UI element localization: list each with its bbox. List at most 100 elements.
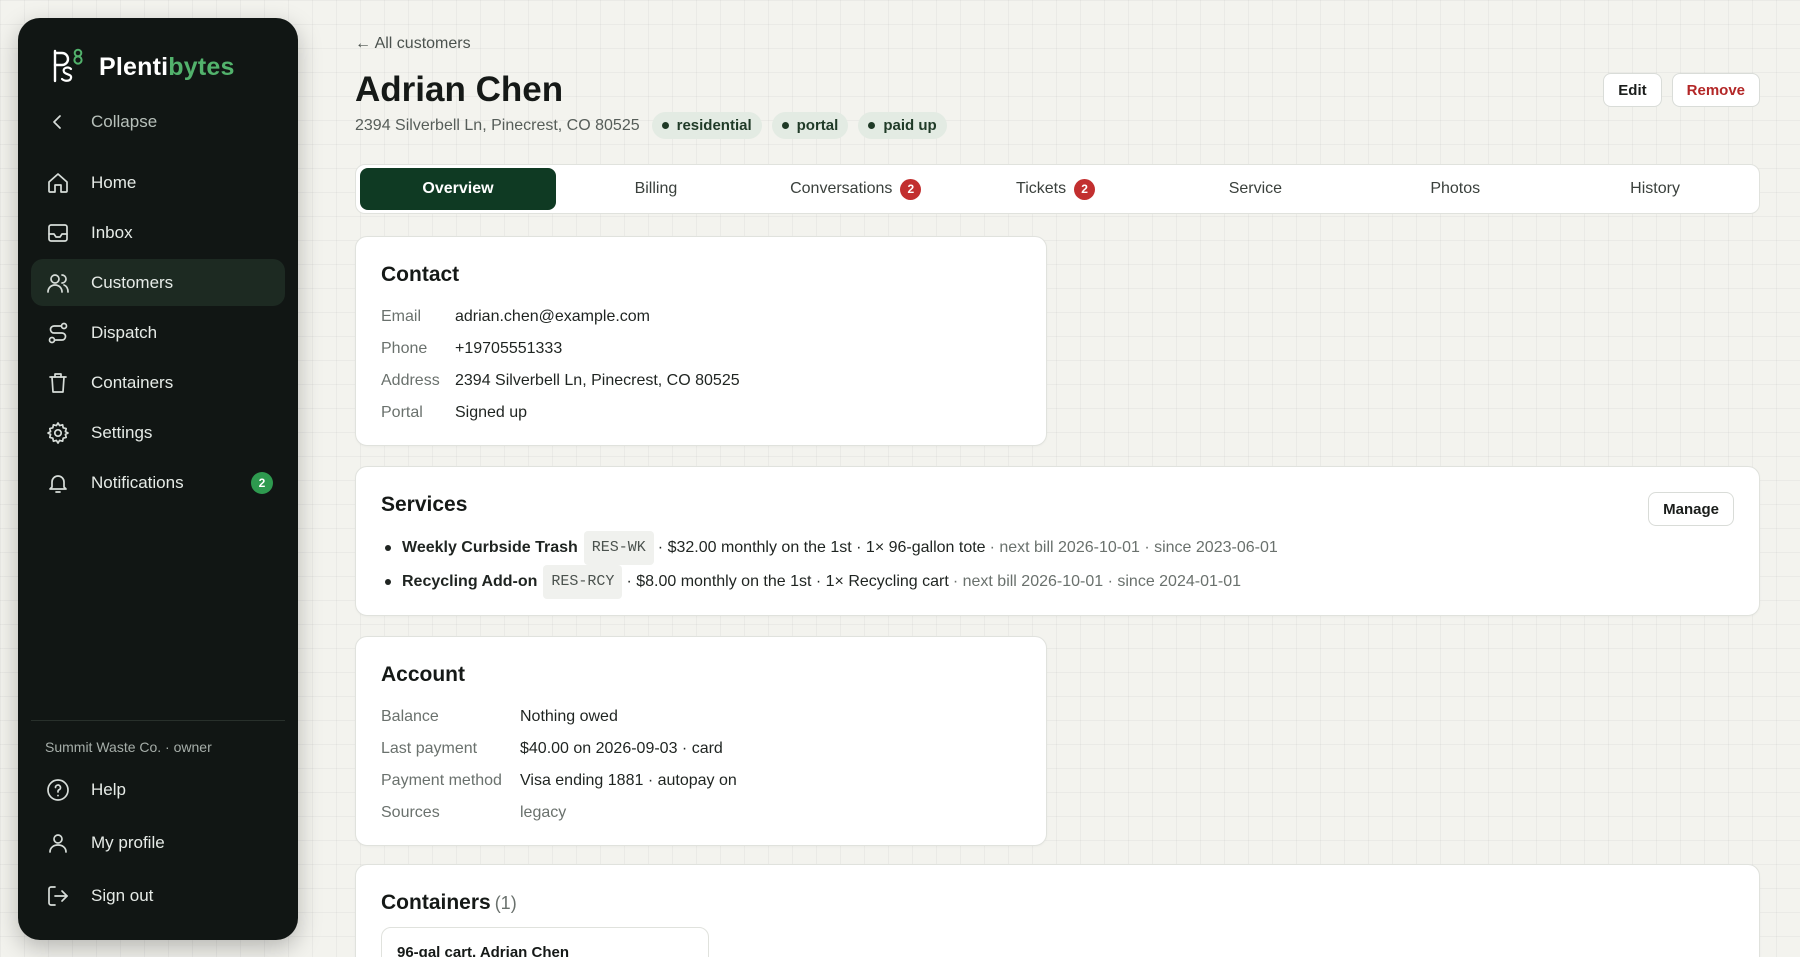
tab-label: Conversations (790, 180, 893, 197)
sidebar-item-inbox[interactable]: Inbox (31, 209, 285, 256)
notifications-badge: 2 (251, 472, 273, 494)
list-item: Weekly Curbside Trash RES-WK · $32.00 mo… (381, 531, 1734, 565)
tickets-badge: 2 (1074, 178, 1096, 200)
help-circle-icon (45, 777, 71, 803)
sidebar-item-dispatch[interactable]: Dispatch (31, 309, 285, 356)
brand-name-part-a: Plenti (99, 52, 169, 81)
containers-card: Containers (1) 96-gal cart, Adrian Chen (355, 864, 1760, 957)
account-title: Account (381, 663, 465, 686)
sidebar-divider (31, 720, 285, 721)
tab-conversations[interactable]: Conversations 2 (756, 168, 956, 210)
chevron-left-icon (45, 109, 71, 135)
service-name: Weekly Curbside Trash (402, 539, 578, 556)
account-key: Sources (381, 804, 440, 821)
tab-tickets[interactable]: Tickets 2 (956, 168, 1156, 210)
account-row-sources: Sources legacy (381, 797, 1021, 829)
edit-button[interactable]: Edit (1603, 73, 1662, 107)
brand-logo-icon (53, 48, 83, 83)
contact-row-portal: Portal Signed up (381, 397, 1021, 429)
manage-services-button[interactable]: Manage (1648, 492, 1734, 526)
trash-can-icon (45, 370, 71, 396)
containers-title-text: Containers (381, 891, 491, 914)
user-icon (45, 830, 71, 856)
account-key: Payment method (381, 772, 502, 789)
sidebar-item-notifications[interactable]: Notifications 2 (31, 459, 285, 506)
contact-key: Phone (381, 340, 428, 357)
account-value: Nothing owed (520, 708, 618, 725)
account-card: Account Balance Nothing owed Last paymen… (355, 636, 1047, 846)
sidebar-item-home[interactable]: Home (31, 159, 285, 206)
header-actions: Edit Remove (1603, 73, 1760, 107)
sign-out-icon (45, 883, 71, 909)
tag-label: residential (676, 117, 752, 134)
inbox-icon (45, 220, 71, 246)
customer-summary: 2394 Silverbell Ln, Pinecrest, CO 80525 … (355, 112, 957, 139)
tag-dot (868, 122, 876, 129)
customer-tabs: Overview Billing Conversations 2 Tickets 2… (355, 164, 1760, 214)
help-button[interactable]: Help (31, 763, 285, 816)
org-label: Summit Waste Co. · owner (45, 739, 212, 755)
users-icon (45, 270, 71, 296)
my-profile-button[interactable]: My profile (31, 816, 285, 869)
page-title: Adrian Chen (355, 70, 564, 109)
account-row-payment-method: Payment method Visa ending 1881 · autopa… (381, 765, 1021, 797)
account-row-balance: Balance Nothing owed (381, 701, 1021, 733)
sidebar-item-label: Notifications (91, 472, 184, 492)
sidebar-nav: Home Inbox Customers Dispatch Containers (31, 159, 285, 506)
tab-label: Overview (422, 180, 494, 197)
tag-portal: portal (771, 112, 849, 139)
sidebar-item-label: Customers (91, 272, 174, 292)
services-list: Weekly Curbside Trash RES-WK · $32.00 mo… (381, 531, 1734, 599)
tab-overview[interactable]: Overview (360, 168, 556, 210)
contact-row-email: Email adrian.chen@example.com (381, 301, 1021, 333)
service-code: RES-RCY (543, 565, 623, 599)
footer-item-label: Help (91, 779, 126, 799)
service-detail: · $8.00 monthly on the 1st · 1× Recyclin… (626, 573, 949, 590)
remove-button[interactable]: Remove (1671, 73, 1760, 107)
tab-history[interactable]: History (1555, 168, 1755, 210)
contact-title: Contact (381, 263, 460, 286)
bullet (385, 579, 391, 585)
services-title: Services (381, 493, 468, 516)
tab-label: Service (1228, 180, 1283, 197)
service-code: RES-WK (583, 531, 654, 565)
sidebar-item-label: Home (91, 172, 137, 192)
account-value: $40.00 on 2026-09-03 · card (520, 740, 723, 757)
contact-value: +19705551333 (455, 340, 563, 357)
tab-service[interactable]: Service (1155, 168, 1355, 210)
sidebar-item-customers[interactable]: Customers (31, 259, 285, 306)
sidebar-item-label: Dispatch (91, 322, 158, 342)
brand-name-part-b: bytes (168, 52, 235, 81)
contact-key: Address (381, 372, 440, 389)
contact-key: Portal (381, 404, 423, 421)
tag-dot (781, 122, 789, 129)
service-meta: · next bill 2026-10-01 · since 2024-01-0… (952, 573, 1241, 590)
footer-item-label: My profile (91, 832, 165, 852)
brand-name: Plentibytes (99, 53, 235, 82)
sidebar-item-containers[interactable]: Containers (31, 359, 285, 406)
home-icon (45, 170, 71, 196)
bullet (385, 545, 391, 551)
contact-row-phone: Phone +19705551333 (381, 333, 1021, 365)
brand[interactable]: Plentibytes (31, 44, 285, 90)
back-to-customers-link[interactable]: ← All customers (355, 35, 471, 53)
tab-label: Billing (634, 180, 678, 197)
sidebar-item-label: Inbox (91, 222, 133, 242)
service-detail: · $32.00 monthly on the 1st · 1× 96-gall… (657, 539, 986, 556)
list-item: Recycling Add-on RES-RCY · $8.00 monthly… (381, 565, 1734, 599)
sidebar-item-settings[interactable]: Settings (31, 409, 285, 456)
contact-value: Signed up (455, 404, 528, 421)
containers-count: (1) (494, 893, 517, 913)
tag-paid-up: paid up (858, 112, 947, 139)
sidebar-footer: Summit Waste Co. · owner Help My profile… (31, 720, 285, 922)
tab-billing[interactable]: Billing (556, 168, 756, 210)
tag-residential: residential (651, 112, 762, 139)
collapse-label: Collapse (91, 111, 158, 131)
sign-out-button[interactable]: Sign out (31, 869, 285, 922)
contact-card: Contact Email adrian.chen@example.com Ph… (355, 236, 1047, 446)
tag-label: paid up (883, 117, 937, 134)
tab-photos[interactable]: Photos (1355, 168, 1555, 210)
service-name: Recycling Add-on (402, 573, 538, 590)
collapse-sidebar-button[interactable]: Collapse (31, 98, 285, 145)
container-item[interactable]: 96-gal cart, Adrian Chen (381, 927, 709, 957)
